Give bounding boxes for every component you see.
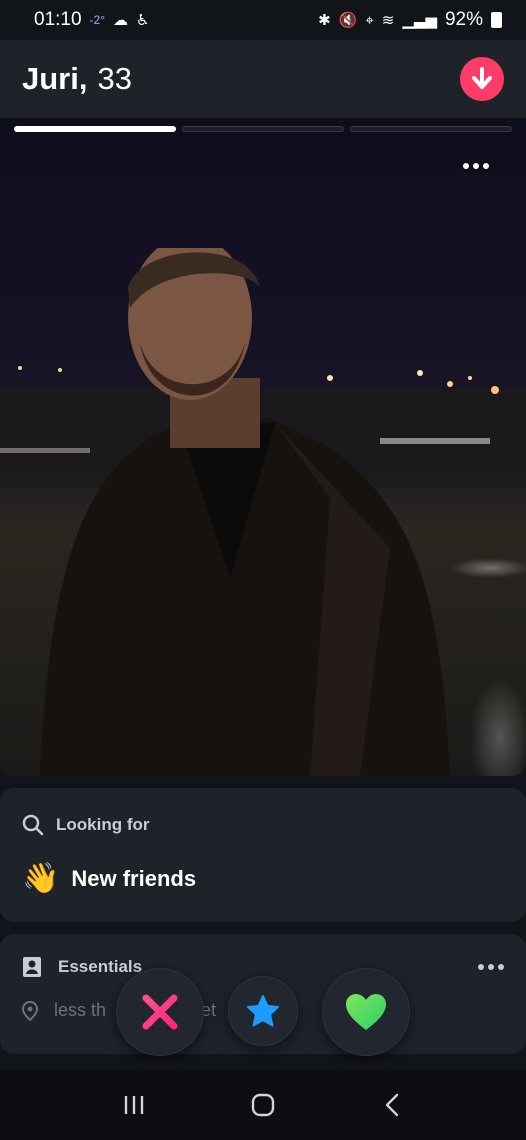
profile-header: Juri, 33 — [0, 40, 526, 118]
x-icon — [142, 994, 178, 1030]
like-button[interactable] — [322, 968, 410, 1056]
profile-name: Juri, — [22, 61, 88, 96]
photo-segment[interactable] — [182, 126, 344, 132]
star-icon — [247, 995, 279, 1027]
photo-segment[interactable] — [14, 126, 176, 132]
photo-progress — [14, 126, 512, 132]
temperature: -2° — [89, 13, 106, 27]
arrow-down-icon — [472, 67, 492, 89]
more-dot — [483, 163, 489, 169]
waving-hand-icon: 👋 — [22, 862, 60, 895]
nope-button[interactable] — [116, 968, 204, 1056]
accessibility-icon: ♿ — [136, 11, 150, 29]
wifi-icon: ≋ — [381, 11, 395, 29]
action-buttons — [0, 966, 526, 1056]
back-icon — [385, 1093, 398, 1117]
back-button[interactable] — [362, 1080, 422, 1130]
mute-icon: 🔇 — [338, 11, 358, 29]
recents-button[interactable] — [104, 1080, 164, 1130]
search-icon — [22, 814, 44, 836]
photo-more-button[interactable] — [456, 154, 496, 178]
more-dot — [473, 163, 479, 169]
profile-age: 33 — [97, 61, 132, 96]
clock: 01:10 — [34, 9, 82, 30]
recents-icon — [125, 1096, 144, 1114]
looking-for-card: Looking for 👋 New friends — [0, 788, 526, 922]
signal-icon: ▁▃▅ — [402, 11, 437, 29]
status-bar: 01:10 -2° ☁ ♿ ✱ 🔇 ⌖ ≋ ▁▃▅ 92% — [0, 0, 526, 40]
more-dot — [463, 163, 469, 169]
location-icon: ⌖ — [365, 11, 374, 29]
status-left: 01:10 -2° ☁ ♿ — [34, 9, 149, 31]
battery-icon — [491, 12, 502, 28]
looking-for-value-row: 👋 New friends — [22, 864, 504, 894]
battery-percent: 92% — [444, 9, 483, 30]
looking-for-header: Looking for — [22, 814, 504, 836]
super-like-button[interactable] — [228, 976, 298, 1046]
heart-icon — [346, 994, 386, 1030]
status-right: ✱ 🔇 ⌖ ≋ ▁▃▅ 92% — [318, 9, 502, 31]
home-icon — [251, 1093, 275, 1117]
collapse-profile-button[interactable] — [460, 57, 504, 101]
photo-segment[interactable] — [350, 126, 512, 132]
cloud-icon: ☁ — [113, 11, 129, 29]
home-button[interactable] — [233, 1080, 293, 1130]
system-nav-bar — [0, 1070, 526, 1140]
bluetooth-icon: ✱ — [318, 11, 331, 29]
screen: 01:10 -2° ☁ ♿ ✱ 🔇 ⌖ ≋ ▁▃▅ 92% Juri, 33 L… — [0, 0, 526, 1140]
looking-for-value: New friends — [71, 866, 197, 891]
person-silhouette — [40, 248, 450, 776]
profile-title: Juri, 33 — [22, 61, 132, 97]
looking-for-label: Looking for — [56, 815, 150, 834]
profile-photo[interactable] — [0, 118, 526, 776]
